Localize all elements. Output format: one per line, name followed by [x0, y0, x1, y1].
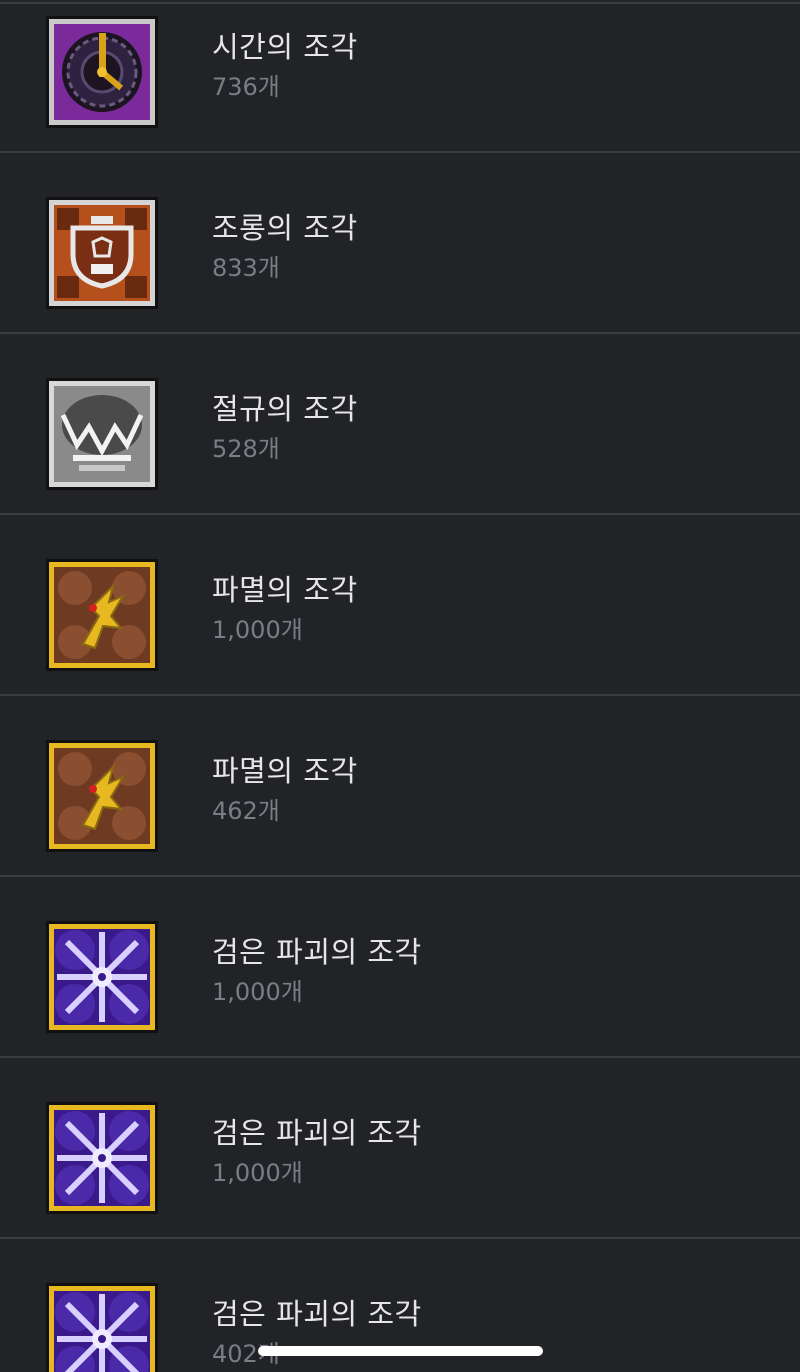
- fragment-list: 시간의 조각 736개 조롱의 조각 833개 절규의 조각 528개 파멸의 …: [0, 0, 800, 1372]
- list-item[interactable]: 검은 파괴의 조각 1,000개: [0, 1058, 800, 1239]
- item-name: 검은 파괴의 조각: [212, 1297, 422, 1331]
- list-item[interactable]: 파멸의 조각 462개: [0, 696, 800, 877]
- mockery-fragment-icon: [43, 194, 161, 312]
- item-name: 절규의 조각: [212, 392, 358, 426]
- scream-fragment-icon: [43, 375, 161, 493]
- item-name: 검은 파괴의 조각: [212, 1116, 422, 1150]
- item-count: 1,000개: [212, 978, 303, 1006]
- black-destruction-fragment-icon: [43, 1099, 161, 1217]
- fragment-inventory-screen: 시간의 조각 736개 조롱의 조각 833개 절규의 조각 528개 파멸의 …: [0, 0, 800, 1372]
- item-count: 736개: [212, 73, 280, 101]
- list-item[interactable]: 조롱의 조각 833개: [0, 153, 800, 334]
- item-count: 528개: [212, 435, 280, 463]
- item-count: 462개: [212, 797, 280, 825]
- item-name: 시간의 조각: [212, 30, 358, 64]
- ruin-fragment-icon: [43, 556, 161, 674]
- item-count: 1,000개: [212, 1159, 303, 1187]
- item-name: 검은 파괴의 조각: [212, 935, 422, 969]
- list-item[interactable]: 검은 파괴의 조각 1,000개: [0, 877, 800, 1058]
- item-name: 파멸의 조각: [212, 754, 358, 788]
- list-item[interactable]: 파멸의 조각 1,000개: [0, 515, 800, 696]
- item-name: 조롱의 조각: [212, 211, 358, 245]
- list-item[interactable]: 절규의 조각 528개: [0, 334, 800, 515]
- black-destruction-fragment-icon: [43, 1280, 161, 1372]
- item-count: 833개: [212, 254, 280, 282]
- black-destruction-fragment-icon: [43, 918, 161, 1036]
- list-item[interactable]: 시간의 조각 736개: [0, 0, 800, 153]
- item-count: 1,000개: [212, 616, 303, 644]
- time-fragment-icon: [43, 13, 161, 131]
- home-indicator[interactable]: [258, 1346, 543, 1356]
- ruin-fragment-icon: [43, 737, 161, 855]
- item-name: 파멸의 조각: [212, 573, 358, 607]
